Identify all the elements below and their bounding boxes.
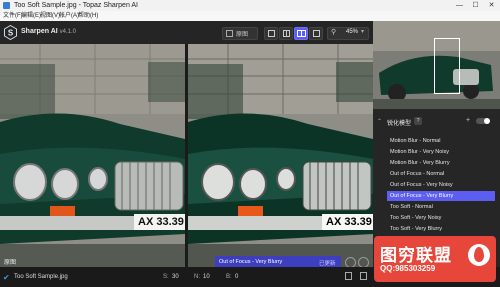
ai-model-header[interactable]: ⌃ 锐化模型 ? + [373, 115, 500, 129]
compare-button[interactable]: 原图 [222, 27, 258, 40]
watermark-badge: 图穷联盟 QQ:985303259 [374, 236, 496, 282]
chevron-down-icon: ▾ [361, 29, 365, 35]
compare-label: 原图 [236, 32, 249, 38]
menu-bar: 文件(F) 编辑(E) 视图(V) 帐户(A) 帮助(H) [0, 11, 500, 21]
model-toggle[interactable] [476, 118, 490, 124]
original-label: 原图 [4, 260, 17, 266]
model-item[interactable]: Out of Focus - Very Noisy [387, 180, 495, 190]
right-panel: ⌃ 锐化模型 ? + Motion Blur - Normal Motion B… [373, 21, 500, 267]
window-title: Too Soft Sample.jpg - Topaz Sharpen AI [14, 2, 139, 9]
zoom-value: 45% [346, 29, 359, 35]
sharpen-label: S: [163, 274, 169, 280]
blur-label: B: [226, 274, 232, 280]
model-item[interactable]: Motion Blur - Very Noisy [387, 147, 495, 157]
navigator-viewport[interactable] [434, 38, 460, 94]
compare-icon [226, 30, 233, 37]
quad-view-icon [313, 30, 320, 37]
menu-account[interactable]: 帐户(A) [59, 12, 79, 20]
search-icon: ⚲ [331, 29, 337, 36]
model-item[interactable]: Out of Focus - Normal [387, 169, 495, 179]
save-icon[interactable] [345, 272, 352, 280]
quad-view-button[interactable] [309, 27, 323, 40]
ai-model-title: 锐化模型 [387, 121, 412, 127]
model-item-selected[interactable]: Out of Focus - Very Blurry [387, 191, 495, 201]
license-plate: AX 33.39 [134, 214, 185, 230]
sharpen-logo-icon: S [4, 25, 17, 40]
app-version: v4.1.0 [59, 29, 77, 35]
model-item[interactable]: Too Soft - Very Blurry [387, 224, 495, 234]
status-filename: Too Soft Sample.jpg [14, 274, 68, 280]
overlay-model-label: Out of Focus - Very Blurry [219, 259, 283, 265]
title-bar: Too Soft Sample.jpg - Topaz Sharpen AI —… [0, 0, 500, 11]
single-view-button[interactable] [264, 27, 278, 40]
delete-icon[interactable] [360, 272, 367, 280]
preview-pane[interactable]: AX 33.39 [188, 44, 373, 267]
add-model-icon[interactable]: + [466, 117, 470, 124]
app-name: Sharpen AI [21, 28, 58, 35]
image-viewer[interactable]: AX 33.39 原图 AX 33.39 [0, 44, 373, 267]
check-icon[interactable]: ✔ [3, 273, 10, 282]
side-by-side-button[interactable] [294, 27, 308, 40]
blur-value: 0 [235, 274, 239, 280]
noise-label: N: [194, 274, 200, 280]
collapse-chevron-icon[interactable]: ⌃ [377, 118, 382, 125]
menu-edit[interactable]: 编辑(E) [21, 12, 41, 20]
toolbar: S Sharpen AI v4.1.0 原图 ⚲ 45% ▾ [0, 21, 373, 44]
car-image-preview [188, 44, 373, 267]
menu-file[interactable]: 文件(F) [3, 12, 23, 20]
overlay-action[interactable]: 已更新 [319, 259, 336, 267]
side-by-side-right [301, 30, 306, 37]
flame-shape [474, 247, 484, 262]
split-view-button[interactable] [279, 27, 293, 40]
help-icon[interactable]: ? [414, 117, 422, 125]
model-item[interactable]: Too Soft - Normal [387, 202, 495, 212]
toggle-knob [484, 118, 490, 124]
license-plate-preview: AX 33.39 [322, 214, 373, 230]
app-title: Sharpen AI v4.1.0 [21, 28, 76, 35]
noise-value: 10 [203, 274, 210, 280]
single-view-icon [268, 30, 275, 37]
menu-help[interactable]: 帮助(H) [78, 12, 98, 20]
model-item[interactable]: Motion Blur - Normal [387, 136, 495, 146]
zoom-control[interactable]: ⚲ 45% ▾ [327, 27, 369, 40]
split-line [286, 30, 287, 37]
maximize-button[interactable]: ☐ [468, 0, 483, 11]
minimize-button[interactable]: — [452, 0, 467, 11]
navigator-thumbnail[interactable] [373, 21, 500, 109]
app-icon [3, 2, 10, 9]
watermark-logo-icon [468, 244, 490, 266]
model-item[interactable]: Too Soft - Very Noisy [387, 213, 495, 223]
sharpen-value: 30 [172, 274, 179, 280]
model-item[interactable]: Motion Blur - Very Blurry [387, 158, 495, 168]
close-button[interactable]: ✕ [484, 0, 499, 11]
watermark-title: 图穷联盟 [380, 246, 452, 265]
watermark-qq: QQ:985303259 [380, 264, 436, 273]
car-image-original [0, 44, 185, 267]
original-pane[interactable]: AX 33.39 原图 [0, 44, 185, 267]
menu-view[interactable]: 视图(V) [40, 12, 60, 20]
svg-text:S: S [8, 29, 14, 38]
